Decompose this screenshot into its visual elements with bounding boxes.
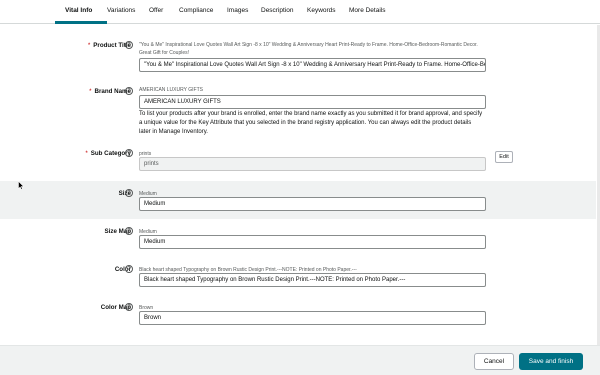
- tab-compliance[interactable]: Compliance: [179, 7, 213, 14]
- help-icon[interactable]: ?: [125, 303, 133, 311]
- brand-name-row: * Brand Name ? AMERICAN LUXURY GIFTS AMER…: [0, 84, 596, 140]
- brand-name-hint: AMERICAN LUXURY GIFTS: [139, 87, 203, 93]
- tab-bar: Vital Info Variations Offer Compliance I…: [0, 0, 600, 24]
- save-and-finish-button[interactable]: Save and finish: [519, 353, 583, 370]
- product-title-input[interactable]: "You & Me" Inspirational Love Quotes Wal…: [139, 58, 486, 72]
- color-map-row: Color Map ? Brown Brown: [0, 300, 596, 330]
- sub-category-row: * Sub Category ? prints prints Edit: [0, 146, 596, 176]
- product-title-row: * Product Title ? "You & Me" Inspirationa…: [0, 36, 596, 76]
- help-icon[interactable]: ?: [125, 227, 133, 235]
- product-title-hint: "You & Me" Inspirational Love Quotes Wal…: [139, 42, 478, 56]
- help-icon[interactable]: ?: [125, 41, 133, 49]
- size-input[interactable]: Medium: [139, 197, 486, 211]
- cancel-button[interactable]: Cancel: [474, 353, 514, 370]
- tab-images[interactable]: Images: [227, 7, 248, 14]
- active-tab-indicator: [55, 21, 107, 24]
- size-row: Size ? Medium Medium: [0, 181, 596, 219]
- mouse-pointer-icon: [18, 181, 24, 190]
- tab-description[interactable]: Description: [261, 7, 294, 14]
- required-marker: *: [87, 42, 91, 49]
- size-map-input[interactable]: Medium: [139, 235, 486, 249]
- sub-category-input: prints: [139, 157, 486, 171]
- tab-vital-info[interactable]: Vital Info: [65, 7, 92, 14]
- size-map-row: Size Map ? Medium Medium: [0, 224, 596, 254]
- help-icon[interactable]: ?: [125, 87, 133, 95]
- sub-category-edit-button[interactable]: Edit: [495, 151, 513, 163]
- tab-more-details[interactable]: More Details: [349, 7, 385, 14]
- help-icon[interactable]: ?: [125, 149, 133, 157]
- help-icon[interactable]: ?: [125, 265, 133, 273]
- footer-bar: Cancel Save and finish: [0, 345, 600, 375]
- tab-keywords[interactable]: Keywords: [307, 7, 336, 14]
- tab-offer[interactable]: Offer: [149, 7, 163, 14]
- tab-variations[interactable]: Variations: [107, 7, 135, 14]
- color-row: Color ? Black heart shaped Typography on…: [0, 262, 596, 292]
- required-marker: *: [85, 150, 88, 157]
- color-input[interactable]: Black heart shaped Typography on Brown R…: [139, 273, 486, 287]
- brand-name-input[interactable]: AMERICAN LUXURY GIFTS: [139, 95, 486, 109]
- color-map-input[interactable]: Brown: [139, 311, 486, 325]
- required-marker: *: [89, 88, 92, 95]
- brand-name-description: To list your products after your brand i…: [139, 111, 483, 135]
- help-icon[interactable]: ?: [125, 189, 133, 197]
